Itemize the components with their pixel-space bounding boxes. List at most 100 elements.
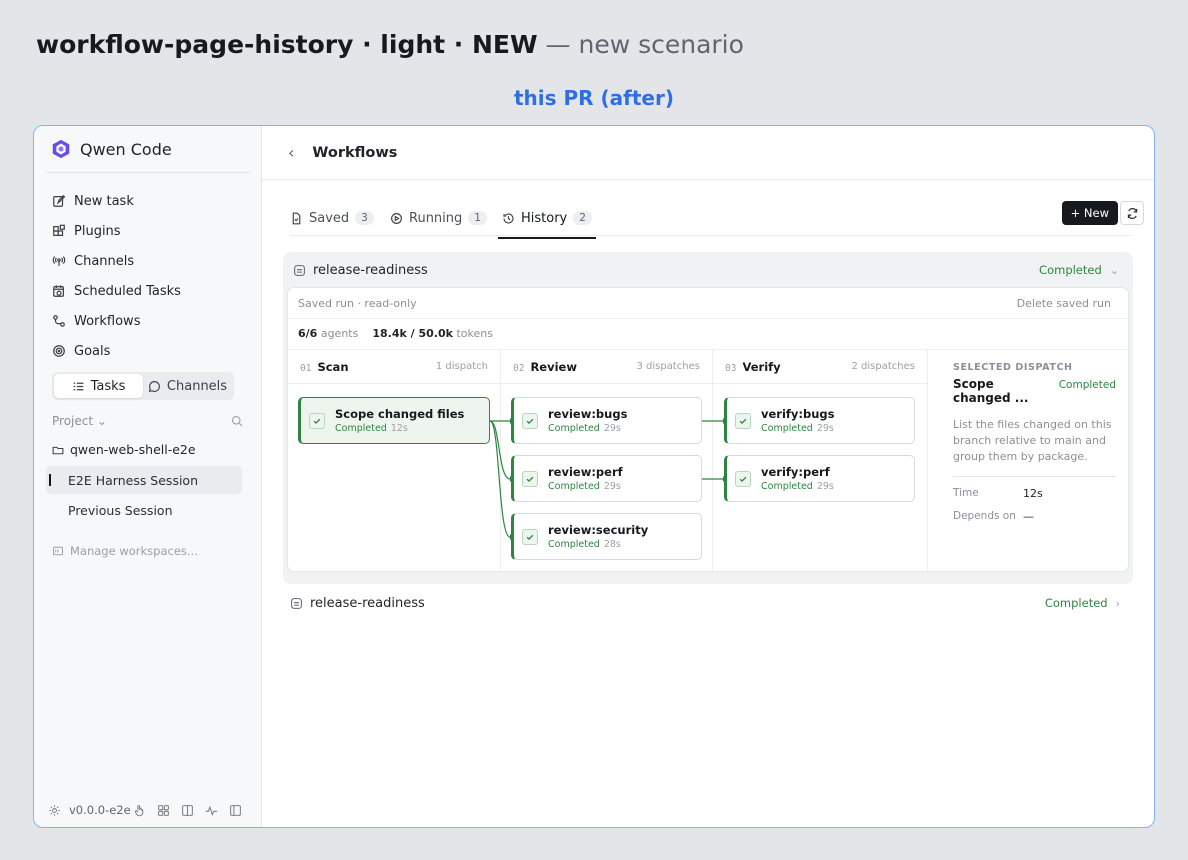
tab-saved[interactable]: Saved 3	[290, 206, 374, 230]
node-status: Completed	[761, 481, 813, 492]
nav-label: Goals	[74, 343, 111, 359]
settings-gear-icon[interactable]	[48, 804, 61, 817]
depends-label: Depends on	[953, 510, 1016, 522]
stage-name: Review	[530, 359, 577, 374]
grid-apps-icon[interactable]	[157, 804, 170, 817]
tab-label: Saved	[309, 210, 350, 226]
history-run-collapsed[interactable]: release-readiness Completed ›	[290, 592, 1120, 614]
time-label: Time	[953, 487, 979, 499]
dispatch-node-review-perf[interactable]: review:perf Completed 29s	[511, 455, 702, 502]
selected-dispatch-panel: SELECTED DISPATCH Scope changed ... Comp…	[941, 350, 1128, 571]
run-name: release-readiness	[310, 595, 425, 611]
nav-label: Channels	[74, 253, 135, 269]
node-duration: 29s	[603, 481, 621, 492]
tab-history[interactable]: History 2	[498, 206, 596, 239]
play-circle-icon	[391, 212, 402, 224]
detail-status: Completed	[1058, 379, 1116, 391]
node-status: Completed	[548, 539, 600, 550]
folder-icon	[52, 446, 64, 454]
check-icon	[735, 412, 751, 429]
workspace-icon	[53, 546, 63, 556]
nav-label: Plugins	[74, 223, 121, 239]
check-icon	[735, 470, 751, 487]
tab-running[interactable]: Running 1	[390, 206, 487, 230]
project-folder-name: qwen-web-shell-e2e	[70, 442, 196, 457]
channels-toggle[interactable]: Channels	[143, 374, 232, 398]
project-header: Project ⌄	[52, 414, 243, 428]
hand-pointer-icon[interactable]	[133, 804, 146, 817]
nav-scheduled-tasks[interactable]: Scheduled Tasks	[52, 276, 251, 306]
nav-workflows[interactable]: Workflows	[52, 306, 251, 336]
sidebar-view-toggle: Tasks Channels	[52, 372, 234, 400]
saved-file-icon	[292, 212, 301, 224]
tab-count: 2	[573, 211, 592, 225]
page-title: Workflows	[312, 144, 398, 161]
activity-icon[interactable]	[205, 804, 218, 817]
main-content: ‹ Workflows Saved 3 Running 1 History 2 …	[262, 126, 1154, 827]
tokens-value: 18.4k / 50.0k	[372, 327, 453, 340]
dispatch-node-review-security[interactable]: review:security Completed 28s	[511, 513, 702, 560]
brand[interactable]: Qwen Code	[50, 138, 172, 160]
stage-number: 01	[300, 362, 312, 374]
refresh-icon	[1127, 207, 1137, 219]
run-status: Completed	[1044, 596, 1108, 610]
node-title: Scope changed files	[335, 407, 465, 421]
app-window: Qwen Code New task Plugins Channels Sche…	[33, 125, 1155, 828]
node-title: verify:perf	[761, 465, 830, 479]
session-label: E2E Harness Session	[68, 472, 199, 488]
session-item-e2e-harness[interactable]: E2E Harness Session	[46, 466, 242, 494]
session-item-previous[interactable]: Previous Session	[46, 496, 242, 524]
scenario-subtitle: new scenario	[578, 30, 744, 59]
depends-value: —	[1023, 510, 1034, 523]
project-dropdown[interactable]: Project ⌄	[52, 414, 107, 428]
nav-label: Workflows	[74, 313, 141, 329]
columns-icon[interactable]	[181, 804, 194, 817]
detail-label: SELECTED DISPATCH	[953, 362, 1073, 373]
node-duration: 12s	[390, 423, 408, 434]
nav-goals[interactable]: Goals	[52, 336, 251, 366]
top-bar: ‹ Workflows	[262, 126, 1154, 180]
chat-bubble-icon	[148, 380, 160, 392]
scenario-title: workflow-page-history · light · NEW	[36, 30, 538, 59]
manage-label: Manage workspaces...	[70, 544, 198, 558]
run-stats: 6/6 agents 18.4k / 50.0k tokens	[298, 327, 493, 340]
detail-title: Scope changed ...	[953, 377, 1029, 405]
workflow-tabs: Saved 3 Running 1 History 2	[290, 200, 1132, 239]
dispatch-node-verify-bugs[interactable]: verify:bugs Completed 29s	[724, 397, 915, 444]
agents-value: 6/6	[298, 327, 318, 340]
run-header[interactable]: release-readiness Completed ⌄	[293, 260, 1119, 280]
back-chevron-icon[interactable]: ‹	[288, 143, 294, 162]
dispatch-node-verify-perf[interactable]: verify:perf Completed 29s	[724, 455, 915, 502]
run-detail-panel: Saved run · read-only Delete saved run 6…	[287, 287, 1129, 572]
history-icon	[503, 212, 514, 224]
sidebar-footer: v0.0.0-e2e	[48, 793, 261, 827]
panel-icon[interactable]	[229, 804, 242, 817]
delete-saved-run-button[interactable]: Delete saved run	[1017, 297, 1111, 310]
sidebar: Qwen Code New task Plugins Channels Sche…	[34, 126, 262, 827]
dispatch-node-review-bugs[interactable]: review:bugs Completed 29s	[511, 397, 702, 444]
search-icon[interactable]	[231, 415, 243, 427]
stage-number: 03	[725, 362, 737, 374]
tasks-toggle[interactable]: Tasks	[54, 374, 143, 398]
nav-new-task[interactable]: New task	[52, 186, 251, 216]
nav-plugins[interactable]: Plugins	[52, 216, 251, 246]
tab-count: 1	[468, 211, 487, 225]
new-workflow-button[interactable]: + New	[1061, 201, 1118, 225]
stage-dispatch-count: 1 dispatch	[435, 361, 488, 372]
node-duration: 29s	[816, 423, 834, 434]
dispatch-node-scope-changed-files[interactable]: Scope changed files Completed 12s	[298, 397, 490, 444]
node-title: review:perf	[548, 465, 623, 479]
panel-header: Saved run · read-only Delete saved run	[288, 288, 1128, 319]
node-title: review:bugs	[548, 407, 628, 421]
workflow-icon	[53, 315, 65, 327]
refresh-button[interactable]	[1120, 201, 1144, 225]
run-status: Completed	[1039, 263, 1102, 277]
node-status: Completed	[548, 481, 600, 492]
stage-number: 02	[513, 362, 525, 374]
nav-channels[interactable]: Channels	[52, 246, 251, 276]
node-duration: 29s	[816, 481, 834, 492]
tokens-label: tokens	[456, 327, 493, 340]
workflow-doc-icon	[291, 597, 302, 609]
project-folder[interactable]: qwen-web-shell-e2e	[52, 442, 196, 457]
manage-workspaces-link[interactable]: Manage workspaces...	[52, 544, 198, 558]
